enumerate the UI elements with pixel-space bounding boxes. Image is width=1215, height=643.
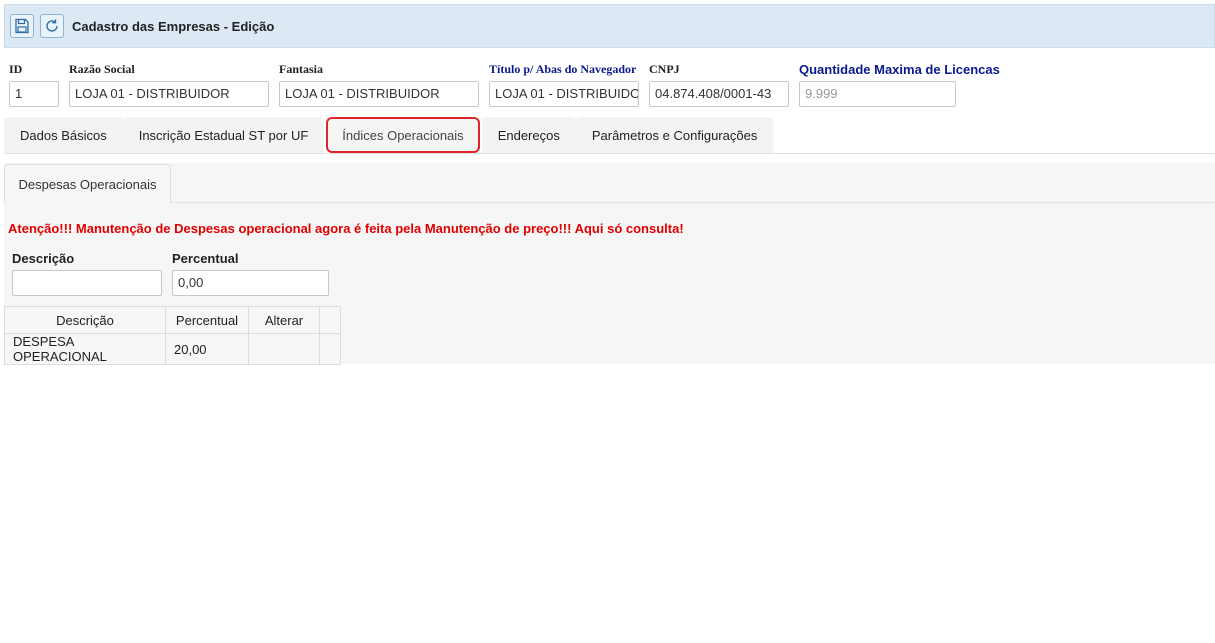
col-alterar-header[interactable]: Alterar bbox=[248, 306, 320, 334]
page-title: Cadastro das Empresas - Edição bbox=[72, 18, 275, 34]
quantidade-licencas-label: Quantidade Maxima de Licencas bbox=[799, 62, 1000, 77]
save-button[interactable] bbox=[10, 14, 34, 38]
tab-parametros[interactable]: Parâmetros e Configurações bbox=[575, 117, 774, 153]
cnpj-field[interactable]: 04.874.408/0001-43 bbox=[649, 81, 789, 107]
id-label: ID bbox=[9, 62, 23, 76]
titulo-abas-field[interactable]: LOJA 01 - DISTRIBUIDOR bbox=[489, 81, 639, 107]
table-header-row: Descrição Percentual Alterar bbox=[4, 306, 341, 334]
main-tabs: Dados Básicos Inscrição Estadual ST por … bbox=[4, 117, 1215, 154]
save-icon bbox=[15, 18, 29, 34]
razao-social-label: Razão Social bbox=[69, 62, 135, 76]
cnpj-label: CNPJ bbox=[649, 62, 680, 76]
tab-enderecos[interactable]: Endereços bbox=[481, 117, 576, 153]
tab-despesas-operacionais[interactable]: Despesas Operacionais bbox=[4, 164, 171, 204]
despesas-table: Descrição Percentual Alterar DESPESA OPE… bbox=[4, 306, 341, 365]
percentual-label: Percentual bbox=[172, 251, 239, 266]
cell-extra bbox=[319, 333, 341, 365]
tab-content-panel: Despesas Operacionais Atenção!!! Manuten… bbox=[4, 163, 1215, 365]
cell-descricao: DESPESA OPERACIONAL bbox=[4, 333, 166, 365]
id-field[interactable]: 1 bbox=[9, 81, 59, 107]
refresh-icon bbox=[46, 19, 58, 32]
tab-dados-basicos[interactable]: Dados Básicos bbox=[4, 117, 123, 153]
descricao-label: Descrição bbox=[12, 251, 75, 266]
titulo-abas-label: Título p/ Abas do Navegador bbox=[489, 62, 637, 76]
col-extra-header bbox=[319, 306, 341, 334]
razao-social-field[interactable]: LOJA 01 - DISTRIBUIDOR bbox=[69, 81, 269, 107]
cell-alterar[interactable] bbox=[248, 333, 320, 365]
refresh-button[interactable] bbox=[40, 14, 64, 38]
percentual-field[interactable]: 0,00 bbox=[172, 270, 329, 296]
toolbar: Cadastro das Empresas - Edição bbox=[4, 4, 1215, 48]
descricao-field[interactable] bbox=[12, 270, 162, 296]
fantasia-label: Fantasia bbox=[279, 62, 324, 76]
tab-indices-operacionais[interactable]: Índices Operacionais bbox=[326, 117, 480, 153]
subtab-bar: Despesas Operacionais bbox=[4, 163, 1215, 204]
col-descricao-header[interactable]: Descrição bbox=[4, 306, 166, 334]
fantasia-field[interactable]: LOJA 01 - DISTRIBUIDOR bbox=[279, 81, 479, 107]
table-row[interactable]: DESPESA OPERACIONAL 20,00 bbox=[4, 333, 341, 365]
tab-inscricao-estadual[interactable]: Inscrição Estadual ST por UF bbox=[122, 117, 325, 153]
cell-percentual: 20,00 bbox=[165, 333, 249, 365]
warning-message: Atenção!!! Manutenção de Despesas operac… bbox=[8, 221, 684, 236]
col-percentual-header[interactable]: Percentual bbox=[165, 306, 249, 334]
quantidade-licencas-field: 9.999 bbox=[799, 81, 956, 107]
